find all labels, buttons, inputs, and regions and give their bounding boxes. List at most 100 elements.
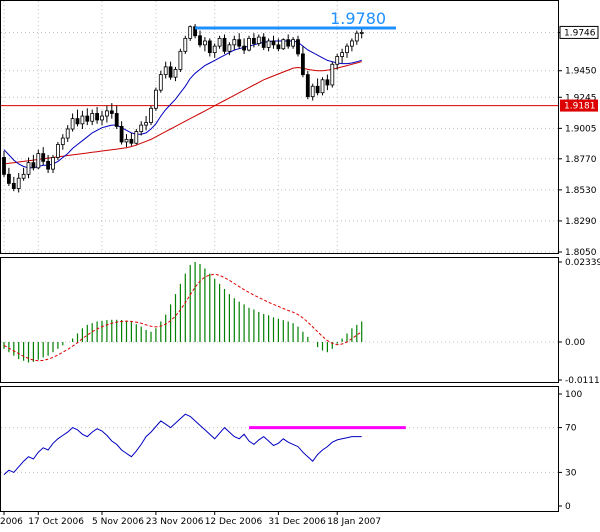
- current-price-label: 1.9746: [564, 28, 596, 38]
- y-tick-label: 1.8770: [565, 155, 597, 165]
- candle-body: [242, 45, 247, 51]
- candle-body: [251, 37, 256, 44]
- candle-body: [227, 44, 232, 52]
- candle-body: [80, 115, 85, 125]
- candle-body: [119, 126, 124, 143]
- oscillator-panel-frame: [0, 257, 559, 383]
- candle-body: [36, 153, 41, 169]
- x-tick-label: 31 Dec 2006: [268, 517, 326, 527]
- candle-body: [271, 40, 276, 46]
- candle-body: [124, 138, 129, 143]
- candle-body: [134, 131, 139, 144]
- line-panel-frame: [0, 386, 559, 512]
- candle-body: [237, 39, 242, 47]
- candle-body: [100, 115, 104, 121]
- candle-body: [202, 40, 207, 46]
- candle-body: [60, 137, 65, 145]
- candle-body: [139, 124, 144, 132]
- candle-body: [41, 153, 46, 162]
- y-tick-label: 70: [565, 424, 577, 434]
- x-tick-label: 2006: [0, 517, 23, 527]
- y-tick-label: 1.8290: [565, 217, 597, 227]
- candle-body: [300, 53, 305, 76]
- candle-body: [325, 79, 330, 86]
- y-tick-label: -0.01112: [565, 376, 600, 386]
- resistance-label: 1.9780: [330, 9, 386, 28]
- level-label: 1.9181: [564, 102, 596, 112]
- candle-body: [310, 85, 315, 98]
- candle-body: [207, 40, 212, 54]
- candle-body: [109, 110, 114, 114]
- candle-body: [26, 162, 31, 175]
- candle-body: [31, 162, 36, 169]
- candle-body: [266, 40, 271, 48]
- candle-body: [144, 122, 149, 126]
- candle-body: [281, 39, 286, 50]
- candle-body: [2, 157, 6, 175]
- candle-body: [75, 118, 80, 125]
- y-tick-label: 30: [565, 468, 577, 478]
- candle-body: [276, 44, 281, 50]
- candle-body: [256, 36, 261, 44]
- candle-body: [149, 107, 153, 123]
- candle-body: [70, 118, 75, 130]
- x-tick-label: 12 Dec 2006: [205, 517, 263, 527]
- y-tick-label: 1.8530: [565, 186, 597, 196]
- candle-body: [198, 35, 202, 46]
- candle-body: [178, 50, 183, 70]
- candle-body: [335, 56, 340, 65]
- y-tick-label: 1.9450: [565, 67, 597, 77]
- candle-body: [291, 39, 296, 47]
- candle-body: [354, 32, 359, 42]
- candle-body: [286, 39, 291, 47]
- candle-body: [163, 66, 168, 76]
- candle-body: [330, 63, 335, 86]
- candle-body: [173, 69, 178, 78]
- candle-body: [16, 177, 21, 189]
- candle-body: [296, 39, 300, 55]
- x-tick-label: 18 Jan 2007: [327, 517, 381, 527]
- x-tick-label: 5 Nov 2006: [92, 517, 144, 527]
- x-tick-label: 23 Nov 2006: [146, 517, 204, 527]
- candle-body: [158, 74, 163, 91]
- main-panel-frame: [0, 0, 559, 254]
- y-tick-label: 1.9005: [565, 124, 597, 134]
- candle-body: [345, 45, 349, 54]
- candle-body: [340, 52, 345, 57]
- candle-body: [261, 36, 266, 48]
- y-tick-label: 0.00: [565, 338, 585, 348]
- candle-body: [349, 40, 354, 47]
- candle-body: [217, 37, 222, 47]
- candle-body: [11, 182, 16, 189]
- candle-body: [95, 113, 99, 121]
- candle-body: [114, 113, 119, 127]
- y-tick-label: 1.8050: [565, 248, 597, 258]
- candle-body: [359, 32, 364, 34]
- candle-body: [105, 110, 109, 117]
- y-tick-label: 0.02339: [565, 258, 600, 268]
- candle-body: [56, 144, 60, 158]
- candle-body: [188, 26, 193, 39]
- candle-body: [232, 39, 237, 46]
- candle-body: [247, 37, 251, 51]
- candle-body: [320, 79, 325, 94]
- y-tick-label: 100: [565, 390, 582, 400]
- candle-body: [153, 89, 158, 109]
- candle-body: [129, 138, 134, 144]
- candle-body: [305, 74, 310, 98]
- candle-body: [315, 85, 320, 94]
- candle-body: [183, 37, 188, 52]
- candle-body: [51, 157, 55, 170]
- candle-body: [90, 113, 95, 122]
- candle-body: [212, 45, 217, 54]
- price-chart: 1.97451.94501.92451.90051.87701.85301.82…: [0, 0, 600, 527]
- candle-body: [222, 37, 227, 52]
- x-tick-label: 17 Oct 2006: [28, 517, 84, 527]
- candle-body: [85, 115, 90, 122]
- candle-body: [21, 173, 26, 179]
- candle-body: [65, 128, 70, 139]
- candle-body: [7, 173, 11, 184]
- y-tick-label: 0: [565, 502, 571, 512]
- candle-body: [46, 160, 50, 170]
- candle-body: [168, 66, 173, 78]
